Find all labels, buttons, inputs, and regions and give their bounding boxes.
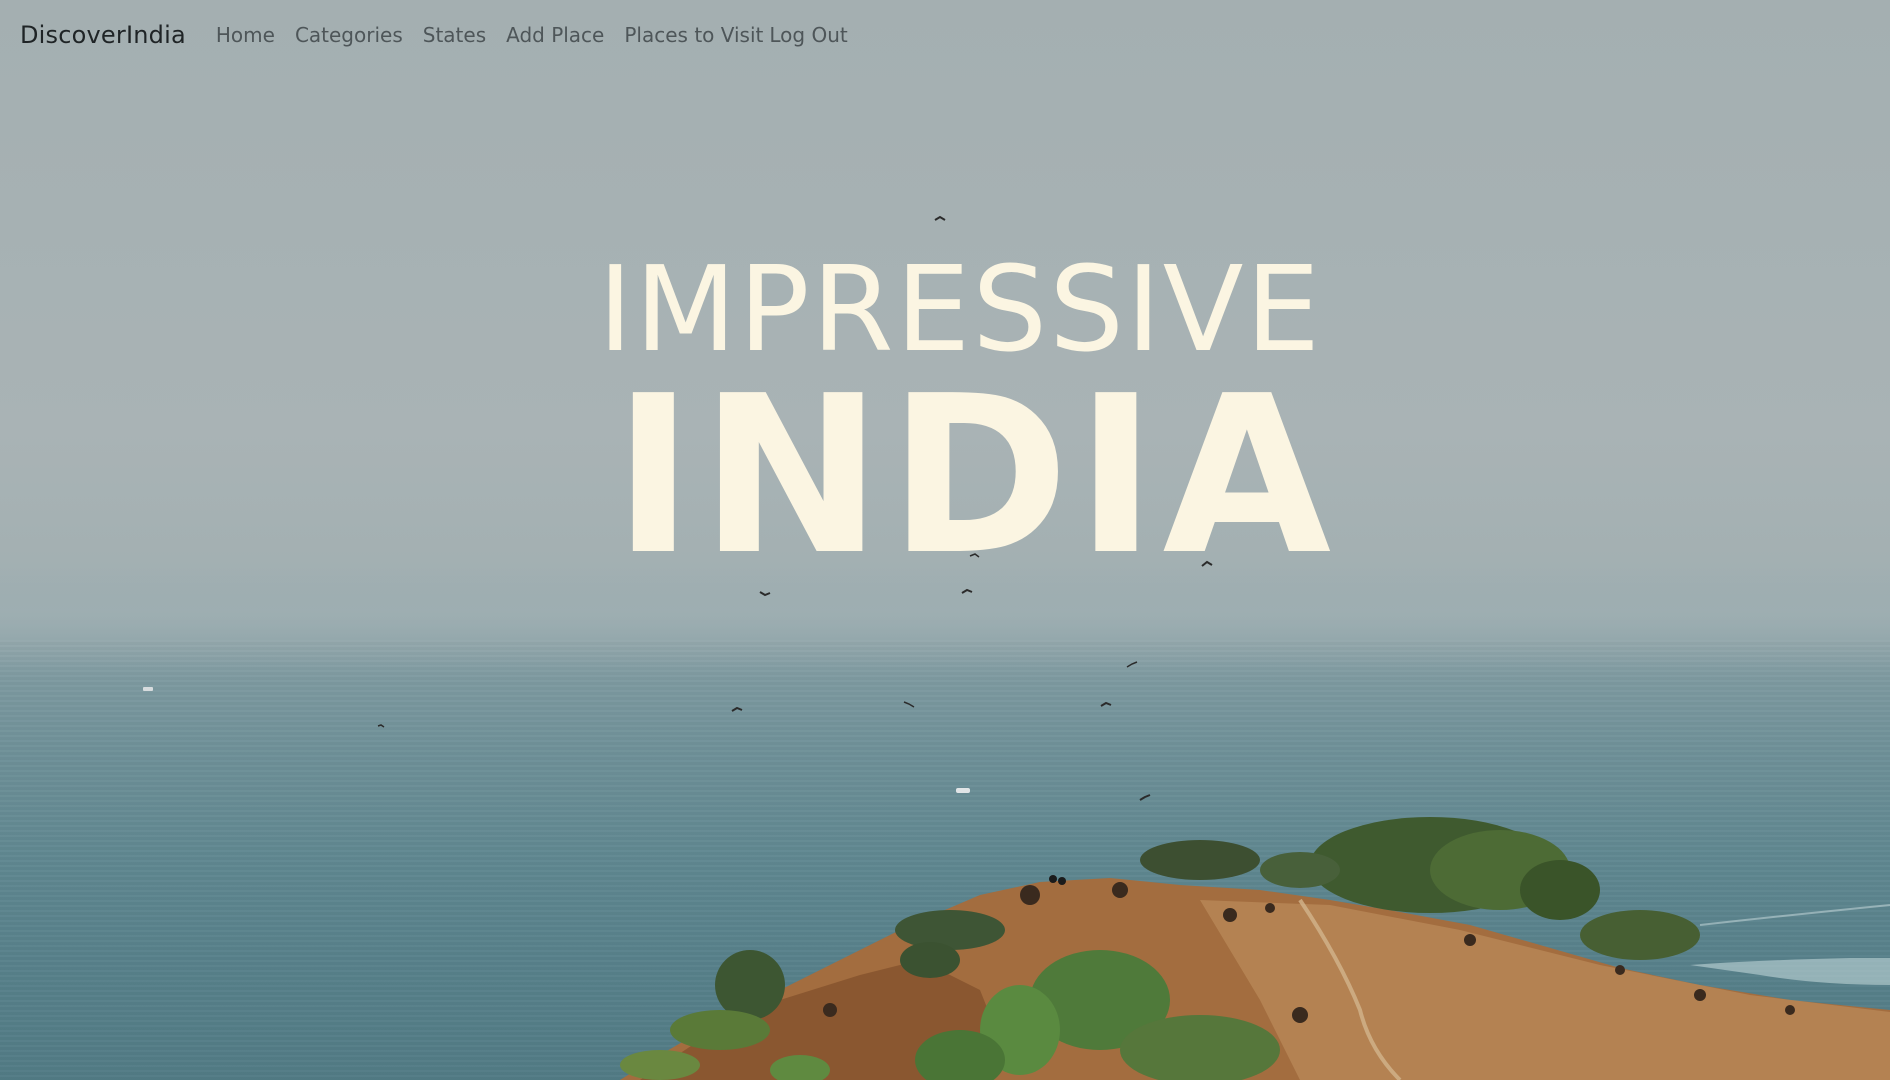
rock — [1615, 965, 1625, 975]
rock — [1292, 1007, 1308, 1023]
rock — [1265, 903, 1275, 913]
bush — [715, 950, 785, 1020]
person — [1049, 875, 1057, 883]
rock — [1020, 885, 1040, 905]
bush — [670, 1010, 770, 1050]
rock — [1112, 882, 1128, 898]
bird — [903, 701, 915, 708]
navbar: DiscoverIndia Home Categories States Add… — [0, 0, 1890, 70]
page: DiscoverIndia Home Categories States Add… — [0, 0, 1890, 1080]
bush — [1520, 860, 1600, 920]
hero: IMPRESSIVE INDIA — [0, 250, 1890, 586]
nav-link-states[interactable]: States — [423, 23, 486, 47]
boat — [956, 788, 970, 793]
rock — [1464, 934, 1476, 946]
bush — [1260, 852, 1340, 888]
nav-link-home[interactable]: Home — [216, 23, 275, 47]
brand-logo-link[interactable]: DiscoverIndia — [20, 21, 186, 49]
surf-line — [1699, 904, 1890, 926]
rock — [1223, 908, 1237, 922]
bush — [900, 942, 960, 978]
bird — [934, 215, 946, 221]
bird — [1100, 701, 1112, 707]
surf-foam — [1690, 958, 1890, 985]
hill-light — [1200, 900, 1890, 1080]
bush — [620, 1050, 700, 1080]
nav-link-log-out[interactable]: Log Out — [769, 23, 847, 47]
nav-link-add-place[interactable]: Add Place — [506, 23, 604, 47]
bush — [895, 910, 1005, 950]
rock — [823, 1003, 837, 1017]
bush — [1580, 910, 1700, 960]
nav-link-places-to-visit[interactable]: Places to Visit — [624, 23, 763, 47]
bird — [1126, 661, 1138, 668]
nav-links: Home Categories States Add Place Places … — [216, 23, 868, 47]
person — [1058, 877, 1066, 885]
rock — [1694, 989, 1706, 1001]
boat — [143, 687, 153, 691]
nav-link-categories[interactable]: Categories — [295, 23, 403, 47]
hero-title: INDIA — [612, 350, 1338, 603]
bird — [1139, 794, 1151, 801]
bush — [1140, 840, 1260, 880]
bird — [731, 706, 743, 712]
rock — [1785, 1005, 1795, 1015]
bird — [377, 724, 385, 728]
